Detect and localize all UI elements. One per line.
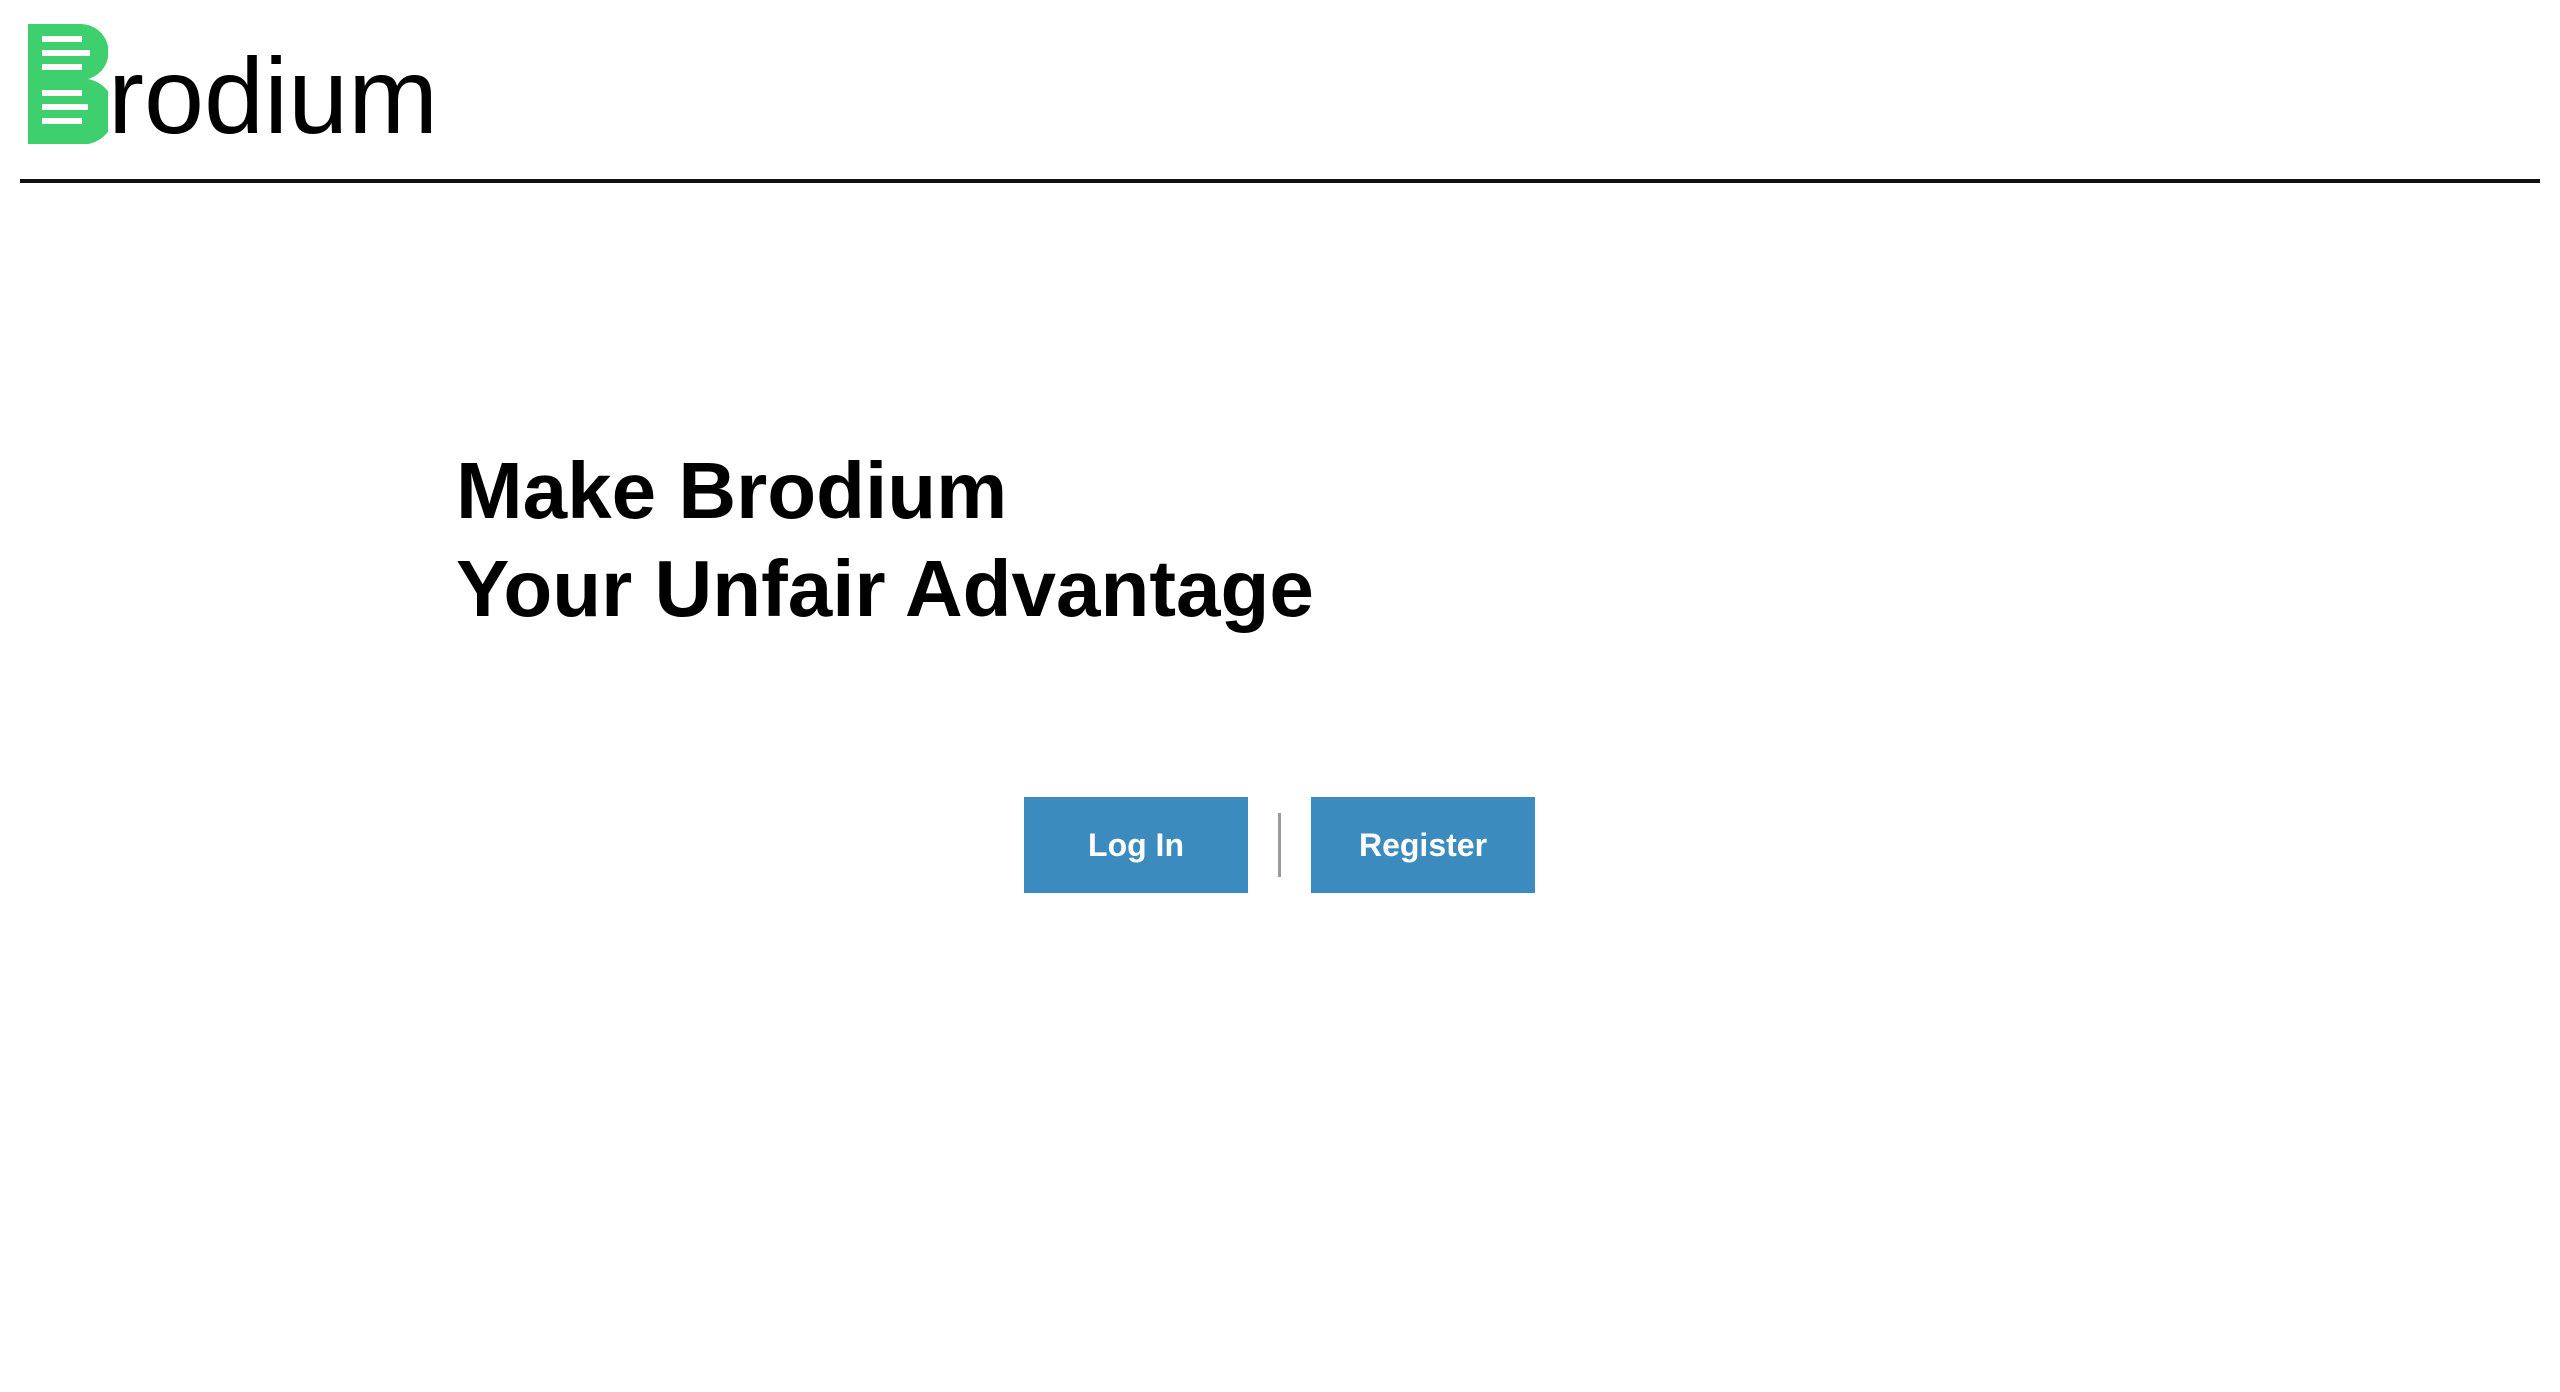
login-button[interactable]: Log In bbox=[1024, 797, 1248, 893]
hero-line-1: Make Brodium bbox=[456, 446, 1008, 535]
button-separator bbox=[1278, 813, 1281, 877]
hero-headline: Make Brodium Your Unfair Advantage bbox=[456, 442, 1314, 638]
header-divider bbox=[20, 179, 2540, 183]
landing-page: rodium Make Brodium Your Unfair Advantag… bbox=[0, 0, 2560, 1392]
register-button[interactable]: Register bbox=[1311, 797, 1535, 893]
hero-line-2: Your Unfair Advantage bbox=[456, 544, 1314, 633]
brodium-b-logo-icon bbox=[28, 24, 108, 144]
brand-logo[interactable]: rodium bbox=[28, 22, 438, 150]
auth-actions: Log In Register bbox=[1024, 797, 1535, 893]
site-header: rodium bbox=[0, 0, 2560, 184]
brand-wordmark: rodium bbox=[108, 35, 439, 156]
